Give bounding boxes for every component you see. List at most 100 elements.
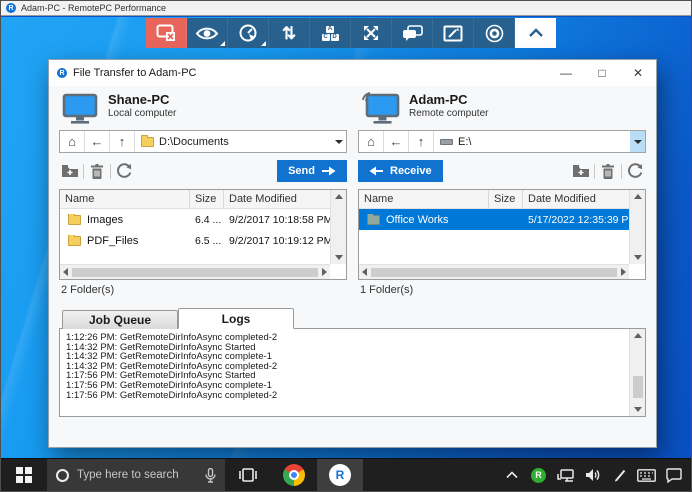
vertical-scrollbar[interactable] (629, 190, 645, 264)
viewer-title: Adam-PC - RemotePC Performance (21, 3, 166, 13)
column-header-name[interactable]: Name (60, 190, 190, 208)
delete-button[interactable] (597, 161, 619, 181)
remote-desktop: ⇅ A CD (1, 17, 691, 459)
back-button[interactable]: ← (384, 131, 409, 152)
tray-remotepc-button[interactable]: R (525, 459, 552, 491)
tray-expand-button[interactable] (498, 459, 525, 491)
new-folder-button[interactable] (570, 161, 592, 181)
pen-button[interactable] (606, 459, 633, 491)
dialog-titlebar[interactable]: R File Transfer to Adam-PC — □ ✕ (49, 60, 656, 86)
windows-logo-icon (16, 467, 32, 483)
remote-folder-count: 1 Folder(s) (360, 284, 646, 297)
local-path-bar: ⌂ ← ↑ D:\Documents (59, 130, 347, 153)
add-folder-icon (572, 164, 590, 178)
home-button[interactable]: ⌂ (60, 131, 85, 152)
folder-icon (367, 215, 380, 225)
log-line: 1:17:56 PM: GetRemoteDirInfoAsync comple… (66, 391, 628, 401)
chevron-up-icon (506, 471, 518, 479)
column-header-size[interactable]: Size (489, 190, 523, 208)
logs-vertical-scrollbar[interactable] (629, 329, 645, 416)
keyboard-icon (637, 469, 656, 482)
new-folder-button[interactable] (59, 161, 81, 181)
receive-button[interactable]: Receive (358, 160, 443, 182)
back-button[interactable]: ← (85, 131, 110, 152)
start-button[interactable] (1, 459, 47, 491)
action-center-button[interactable] (660, 459, 687, 491)
chat-button[interactable] (392, 18, 433, 48)
scroll-down-icon (634, 255, 642, 260)
up-button[interactable]: ↑ (409, 131, 434, 152)
local-path-dropdown[interactable] (331, 131, 346, 152)
file-row[interactable]: PDF_Files 6.5 ... 9/2/2017 10:19:12 PM (60, 230, 330, 251)
chrome-taskbar-button[interactable] (271, 459, 317, 491)
record-button[interactable] (474, 18, 515, 48)
remote-path-dropdown[interactable] (630, 131, 645, 152)
scroll-left-icon (362, 268, 367, 276)
file-row[interactable]: Images 6.4 ... 9/2/2017 10:18:58 PM (60, 209, 330, 230)
file-row-selected[interactable]: Office Works 5/17/2022 12:35:39 PM (359, 209, 629, 230)
local-path-text: D:\Documents (159, 136, 229, 148)
column-header-date[interactable]: Date Modified (523, 190, 629, 208)
delete-button[interactable] (86, 161, 108, 181)
record-icon (485, 24, 504, 43)
column-header-name[interactable]: Name (359, 190, 489, 208)
collapse-chevron-icon (528, 28, 544, 38)
speaker-icon (585, 468, 601, 482)
volume-button[interactable] (579, 459, 606, 491)
refresh-button[interactable] (113, 161, 135, 181)
tab-logs[interactable]: Logs (178, 308, 294, 329)
local-panel: Shane-PC Local computer ⌂ ← ↑ D:\Documen… (59, 89, 347, 297)
chrome-icon (283, 464, 305, 486)
remotepc-taskbar-button[interactable]: R (317, 459, 363, 491)
abcd-blocks-button[interactable]: A CD (310, 18, 351, 48)
chevron-down-icon (335, 140, 343, 144)
logs-panel: 1:12:26 PM: GetRemoteDirInfoAsync comple… (59, 328, 646, 417)
minimize-button[interactable]: — (548, 60, 584, 86)
scroll-down-icon (634, 407, 642, 412)
horizontal-scrollbar[interactable] (60, 264, 330, 279)
scrollbar-thumb[interactable] (633, 376, 643, 398)
network-button[interactable] (552, 459, 579, 491)
home-button[interactable]: ⌂ (359, 131, 384, 152)
viewer-titlebar: R Adam-PC - RemotePC Performance (1, 1, 691, 16)
remote-list-header: Name Size Date Modified (359, 190, 629, 209)
send-arrow-icon (322, 166, 336, 176)
fullscreen-button[interactable] (351, 18, 392, 48)
performance-button[interactable] (228, 18, 269, 48)
taskbar-search[interactable]: Type here to search (47, 459, 225, 491)
remotepc-app-icon: R (329, 464, 351, 486)
gauge-icon (238, 23, 258, 43)
scrollbar-thumb[interactable] (72, 268, 318, 277)
local-folder-count: 2 Folder(s) (61, 284, 347, 297)
column-header-date[interactable]: Date Modified (224, 190, 330, 208)
local-list-header: Name Size Date Modified (60, 190, 330, 209)
trash-icon (601, 164, 615, 179)
horizontal-scrollbar[interactable] (359, 264, 629, 279)
up-button[interactable]: ↑ (110, 131, 135, 152)
send-label: Send (288, 165, 315, 177)
vertical-scrollbar[interactable] (330, 190, 346, 264)
collapse-toolbar-button[interactable] (515, 18, 556, 48)
local-computer-subtitle: Local computer (108, 108, 176, 119)
close-button[interactable]: ✕ (620, 60, 656, 86)
sync-button[interactable]: ⇅ (269, 18, 310, 48)
local-path-field[interactable]: D:\Documents (135, 131, 331, 152)
column-header-size[interactable]: Size (190, 190, 224, 208)
touch-keyboard-button[interactable] (633, 459, 660, 491)
folder-icon (68, 215, 81, 225)
view-options-button[interactable] (187, 18, 228, 48)
task-view-button[interactable] (225, 459, 271, 491)
remote-path-field[interactable]: E:\ (434, 131, 630, 152)
send-button[interactable]: Send (277, 160, 347, 182)
tab-job-queue[interactable]: Job Queue (62, 310, 178, 329)
local-computer-icon (61, 92, 99, 125)
remote-panel: Adam-PC Remote computer ⌂ ← ↑ E:\ (358, 89, 646, 297)
local-actions: Send (59, 159, 347, 183)
maximize-button[interactable]: □ (584, 60, 620, 86)
whiteboard-button[interactable] (433, 18, 474, 48)
refresh-button[interactable] (624, 161, 646, 181)
drive-icon (440, 139, 453, 145)
scrollbar-thumb[interactable] (371, 268, 617, 277)
microphone-icon[interactable] (205, 468, 216, 483)
disconnect-button[interactable] (146, 18, 187, 48)
